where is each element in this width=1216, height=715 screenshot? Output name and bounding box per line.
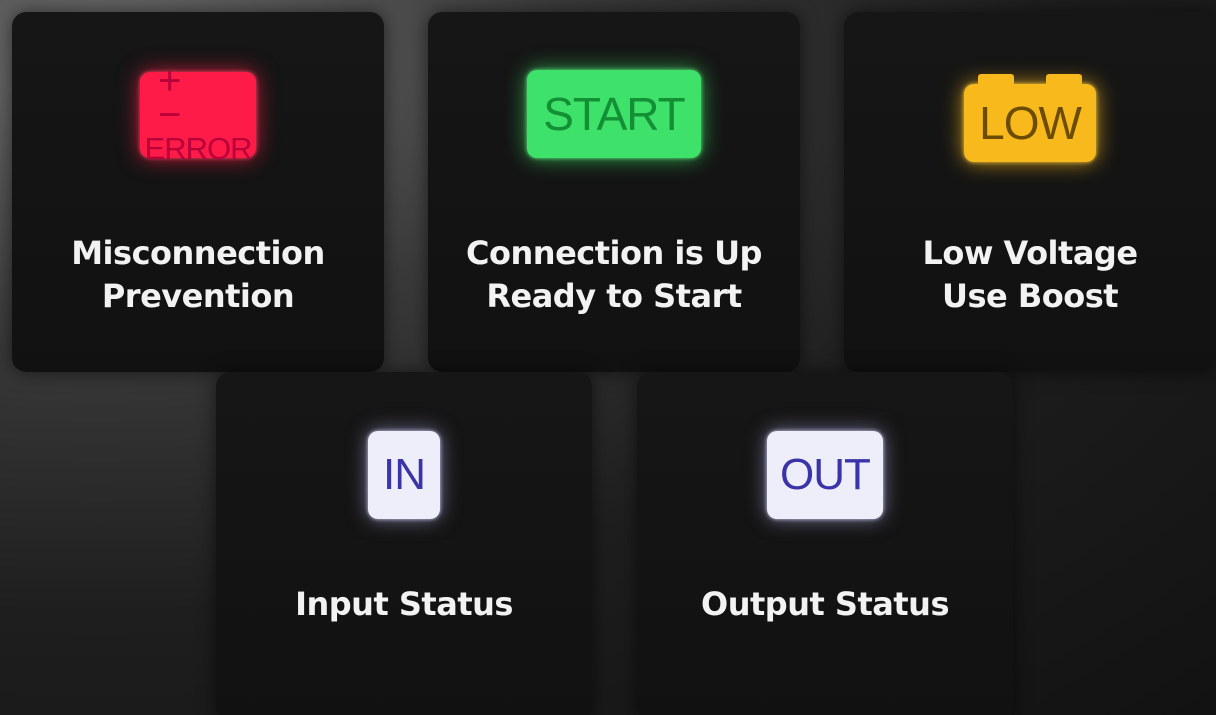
card-label-line: Misconnection: [71, 234, 325, 272]
card-connection-ready: START Connection is Up Ready to Start: [428, 12, 800, 372]
card-label-line: Use Boost: [941, 277, 1119, 315]
battery-terminal: [1046, 74, 1082, 86]
plus-minus-icon: + −: [158, 59, 200, 137]
card-label: Connection is Up Ready to Start: [428, 232, 800, 318]
card-label: Misconnection Prevention: [12, 232, 384, 318]
card-label-line: Connection is Up: [466, 234, 762, 272]
in-indicator: IN: [368, 431, 440, 519]
card-output-status: OUT Output Status: [637, 372, 1013, 715]
card-label-line: Low Voltage: [922, 234, 1138, 272]
start-indicator: START: [527, 70, 701, 158]
battery-terminal: [978, 74, 1014, 86]
error-indicator-text: ERROR: [144, 131, 253, 166]
low-indicator-text: LOW: [979, 97, 1082, 149]
card-label: Output Status: [637, 583, 1013, 626]
card-misconnection-prevention: + − ERROR Misconnection Prevention: [12, 12, 384, 372]
card-label-line: Prevention: [101, 277, 295, 315]
card-low-voltage: LOW Low Voltage Use Boost: [844, 12, 1216, 372]
card-label: Input Status: [216, 583, 592, 626]
card-label-line: Ready to Start: [486, 277, 742, 315]
out-indicator: OUT: [767, 431, 883, 519]
card-input-status: IN Input Status: [216, 372, 592, 715]
battery-icon: LOW: [964, 74, 1096, 162]
error-indicator: + − ERROR: [140, 61, 256, 166]
card-label-line: Input Status: [295, 585, 513, 623]
card-label-line: Output Status: [701, 585, 949, 623]
card-label: Low Voltage Use Boost: [844, 232, 1216, 318]
